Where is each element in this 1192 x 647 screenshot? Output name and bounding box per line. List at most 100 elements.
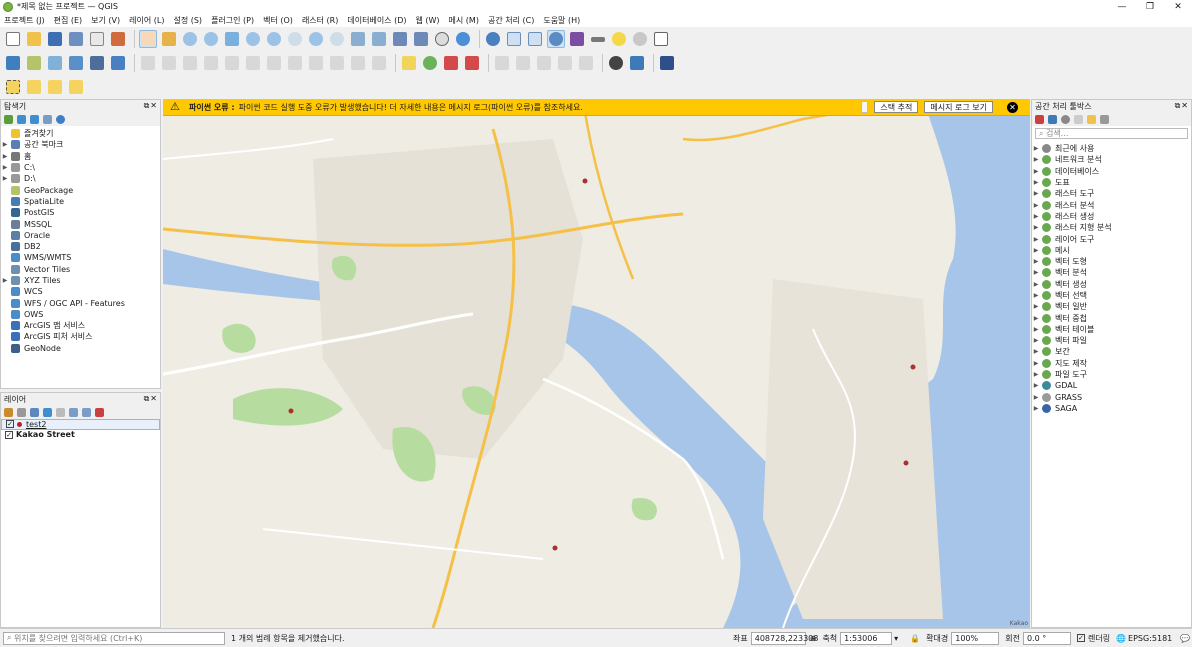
new-virtual-layer-icon[interactable] — [88, 54, 106, 72]
close-message-icon[interactable]: ✕ — [1007, 101, 1018, 113]
add-group-icon[interactable] — [17, 407, 26, 417]
map-canvas[interactable]: Kakao — [163, 99, 1030, 628]
toolbox-group[interactable]: ▶ 도표 — [1032, 177, 1191, 188]
expand-arrow-icon[interactable]: ▶ — [1032, 303, 1040, 310]
toolbox-group[interactable]: ▶ 래스터 도구 — [1032, 188, 1191, 199]
layer-row-test2[interactable]: ✓ test2 — [1, 419, 160, 430]
feature-point[interactable] — [582, 178, 588, 184]
menu-processing[interactable]: 공간 처리 (C) — [488, 15, 534, 26]
undo-icon[interactable] — [349, 54, 367, 72]
feature-point[interactable] — [288, 408, 294, 414]
copy-icon[interactable] — [307, 54, 325, 72]
toolbox-group[interactable]: ▶ 벡터 분석 — [1032, 267, 1191, 278]
temporal-controller-icon[interactable] — [433, 30, 451, 48]
toggle-extents-icon[interactable]: ⊕ — [810, 634, 817, 643]
visibility-icon[interactable] — [30, 407, 39, 417]
history-icon[interactable] — [1061, 114, 1070, 124]
paste-icon[interactable] — [328, 54, 346, 72]
restore-icon[interactable]: ❐ — [1136, 0, 1164, 13]
menu-plugins[interactable]: 플러그인 (P) — [211, 15, 254, 26]
collapse-all-icon[interactable] — [43, 114, 52, 124]
diagram-tool-icon[interactable] — [556, 54, 574, 72]
layer-label[interactable]: test2 — [26, 420, 46, 429]
zoom-next-icon[interactable] — [328, 30, 346, 48]
pan-hand-icon[interactable] — [139, 30, 157, 48]
toolbox-group[interactable]: ▶ 래스터 분석 — [1032, 199, 1191, 210]
scale-field[interactable]: 1:53006 — [840, 631, 893, 645]
rotate-label-icon[interactable] — [514, 54, 532, 72]
close-window-icon[interactable]: ✕ — [1164, 0, 1192, 13]
menu-layer[interactable]: 레이어 (L) — [129, 15, 164, 26]
python-scripts-icon[interactable] — [1048, 114, 1057, 124]
attribute-table-icon[interactable] — [505, 30, 523, 48]
open-project-icon[interactable] — [25, 30, 43, 48]
expand-all-icon[interactable] — [69, 407, 78, 417]
view-message-log-button[interactable]: 메시지 로그 보기 — [924, 101, 993, 113]
toolbox-group[interactable]: ▶ GDAL — [1032, 380, 1191, 391]
toolbox-group[interactable]: ▶ 네트워크 분석 — [1032, 154, 1191, 165]
info-icon[interactable] — [56, 114, 65, 124]
expand-arrow-icon[interactable]: ▶ — [1032, 337, 1040, 344]
toolbox-group[interactable]: ▶ 최근에 사용 — [1032, 143, 1191, 154]
expand-arrow-icon[interactable]: ▶ — [1032, 145, 1040, 152]
select-by-value-icon[interactable] — [25, 78, 43, 96]
feature-point[interactable] — [903, 460, 909, 466]
save-as-icon[interactable] — [67, 30, 85, 48]
expand-arrow-icon[interactable]: ▶ — [1032, 326, 1040, 333]
delete-selected-icon[interactable] — [265, 54, 283, 72]
toolbox-group[interactable]: ▶ 보간 — [1032, 346, 1191, 357]
cut-icon[interactable] — [286, 54, 304, 72]
layer-row-kakao-street[interactable]: ✓ Kakao Street — [1, 430, 160, 441]
toolbox-group[interactable]: ▶ 벡터 생성 — [1032, 279, 1191, 290]
select-location-icon[interactable] — [67, 78, 85, 96]
new-3d-view-icon[interactable] — [370, 30, 388, 48]
chevron-down-icon[interactable]: ▾ — [894, 634, 902, 643]
layout-icon[interactable] — [88, 30, 106, 48]
add-feature-icon[interactable] — [202, 54, 220, 72]
menu-view[interactable]: 보기 (V) — [91, 15, 120, 26]
expand-arrow-icon[interactable]: ▶ — [1032, 202, 1040, 209]
expand-arrow-icon[interactable]: ▶ — [1032, 371, 1040, 378]
style-manager-icon[interactable] — [109, 30, 127, 48]
expand-arrow-icon[interactable]: ▶ — [1032, 360, 1040, 367]
browser-item[interactable]: ▶ C:\ — [1, 162, 160, 173]
help-icon[interactable] — [658, 54, 676, 72]
menu-settings[interactable]: 설정 (S) — [173, 15, 202, 26]
browser-item[interactable]: WMS/WMTS — [1, 252, 160, 263]
pan-to-selection-icon[interactable] — [160, 30, 178, 48]
zoom-in-icon[interactable] — [181, 30, 199, 48]
data-source-manager-icon[interactable] — [4, 54, 22, 72]
browser-item[interactable]: MSSQL — [1, 218, 160, 229]
refresh-icon[interactable] — [17, 114, 26, 124]
expand-arrow-icon[interactable]: ▶ — [1032, 269, 1040, 276]
expand-arrow-icon[interactable]: ▶ — [1032, 394, 1040, 401]
toolbox-group[interactable]: ▶ 벡터 파일 — [1032, 335, 1191, 346]
menu-web[interactable]: 웹 (W) — [415, 15, 439, 26]
expand-arrow-icon[interactable]: ▶ — [1032, 405, 1040, 412]
save-edits-icon[interactable] — [181, 54, 199, 72]
panel-float-close-icon[interactable]: ⧉✕ — [144, 394, 158, 404]
expand-arrow-icon[interactable]: ▶ — [1032, 258, 1040, 265]
menu-edit[interactable]: 편집 (E) — [54, 15, 83, 26]
new-mesh-icon[interactable] — [109, 54, 127, 72]
stack-trace-button[interactable]: 스택 추적 — [874, 101, 919, 113]
rotation-field[interactable]: 0.0 ° — [1022, 631, 1071, 645]
layer-visibility-checkbox[interactable]: ✓ — [6, 420, 14, 429]
browser-item[interactable]: ArcGIS 맵 서비스 — [1, 320, 160, 331]
diagram-icon[interactable] — [421, 54, 439, 72]
new-project-icon[interactable] — [4, 30, 22, 48]
redo-icon[interactable] — [370, 54, 388, 72]
statistics-sigma-icon[interactable] — [568, 30, 586, 48]
browser-item[interactable]: DB2 — [1, 241, 160, 252]
toolbox-search-input[interactable]: ⌕ 검색... — [1035, 128, 1188, 139]
measure-icon[interactable] — [589, 30, 607, 48]
menu-raster[interactable]: 래스터 (R) — [302, 15, 338, 26]
browser-item[interactable]: GeoNode — [1, 343, 160, 354]
browser-item[interactable]: Oracle — [1, 230, 160, 241]
refresh-icon[interactable] — [454, 30, 472, 48]
show-hide-labels-icon[interactable] — [463, 54, 481, 72]
deselect-all-icon[interactable] — [46, 78, 64, 96]
expand-arrow-icon[interactable]: ▶ — [1032, 348, 1040, 355]
options-wrench-icon[interactable] — [1100, 114, 1109, 124]
callout-icon[interactable] — [577, 54, 595, 72]
